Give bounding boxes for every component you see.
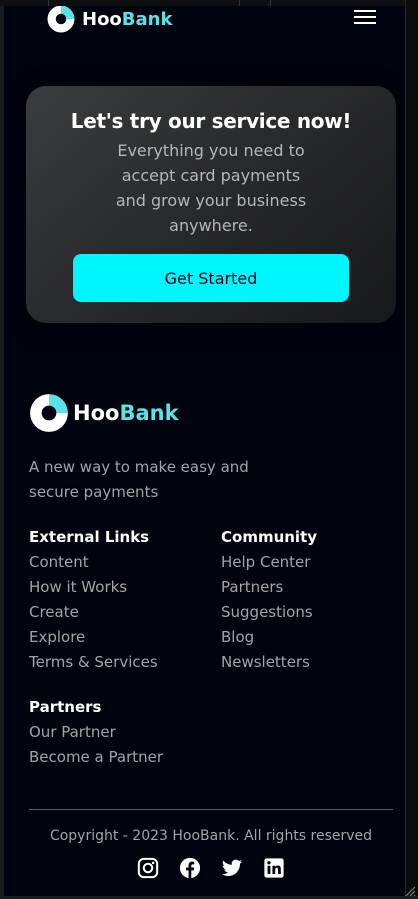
social-links (137, 857, 285, 879)
nav-logo-text: HooBank (82, 9, 172, 30)
footer-col-external-links: External Links Content How it Works Crea… (29, 525, 214, 675)
footer-col-title: Community (221, 528, 318, 546)
logo-text-hoo: Hoo (82, 8, 122, 30)
twitter-icon[interactable] (221, 857, 243, 879)
footer-link-partners[interactable]: Partners (221, 575, 406, 600)
footer-col-community: Community Help Center Partners Suggestio… (221, 525, 406, 675)
footer-link-our-partner[interactable]: Our Partner (29, 720, 214, 745)
logo-text-hoo: Hoo (73, 401, 120, 425)
footer-link-become-partner[interactable]: Become a Partner (29, 745, 214, 770)
footer-divider (29, 809, 393, 810)
footer-link-newsletters[interactable]: Newsletters (221, 650, 406, 675)
footer-description: A new way to make easy and secure paymen… (29, 458, 249, 501)
footer-col-title: Partners (29, 698, 102, 716)
linkedin-icon[interactable] (263, 857, 285, 879)
cta-card: Let's try our service now! Everything yo… (26, 86, 396, 323)
resize-grip-icon[interactable] (404, 885, 416, 897)
footer-link-suggestions[interactable]: Suggestions (221, 600, 406, 625)
footer-link-help-center[interactable]: Help Center (221, 550, 406, 575)
menu-line (354, 16, 376, 18)
footer-link-how-it-works[interactable]: How it Works (29, 575, 214, 600)
footer-link-blog[interactable]: Blog (221, 625, 406, 650)
facebook-icon[interactable] (179, 857, 201, 879)
cta-text: Everything you need to accept card payme… (115, 141, 307, 235)
menu-line (354, 10, 376, 12)
footer-logo-text: HooBank (73, 401, 179, 425)
footer-link-terms[interactable]: Terms & Services (29, 650, 214, 675)
hoobank-logo-icon (47, 6, 75, 33)
footer-link-explore[interactable]: Explore (29, 625, 214, 650)
footer-link-create[interactable]: Create (29, 600, 214, 625)
footer-col-title: External Links (29, 528, 150, 546)
menu-line (354, 22, 376, 24)
footer-col-partners: Partners Our Partner Become a Partner (29, 695, 214, 770)
nav-logo[interactable]: HooBank (44, 6, 172, 34)
footer-logo[interactable]: HooBank (28, 392, 179, 434)
get-started-button[interactable]: Get Started (73, 254, 349, 302)
right-scrollbar-area (405, 0, 418, 899)
hoobank-logo-icon (30, 394, 68, 432)
page-viewport: HooBank Let's try our service now! Every… (4, 6, 406, 896)
footer-link-content[interactable]: Content (29, 550, 214, 575)
instagram-icon[interactable] (137, 857, 159, 879)
copyright-text: Copyright - 2023 HooBank. All rights res… (49, 828, 373, 844)
logo-text-bank: Bank (121, 8, 173, 30)
hamburger-menu-icon[interactable] (354, 10, 376, 26)
cta-title: Let's try our service now! (70, 109, 352, 133)
logo-text-bank: Bank (119, 401, 179, 425)
